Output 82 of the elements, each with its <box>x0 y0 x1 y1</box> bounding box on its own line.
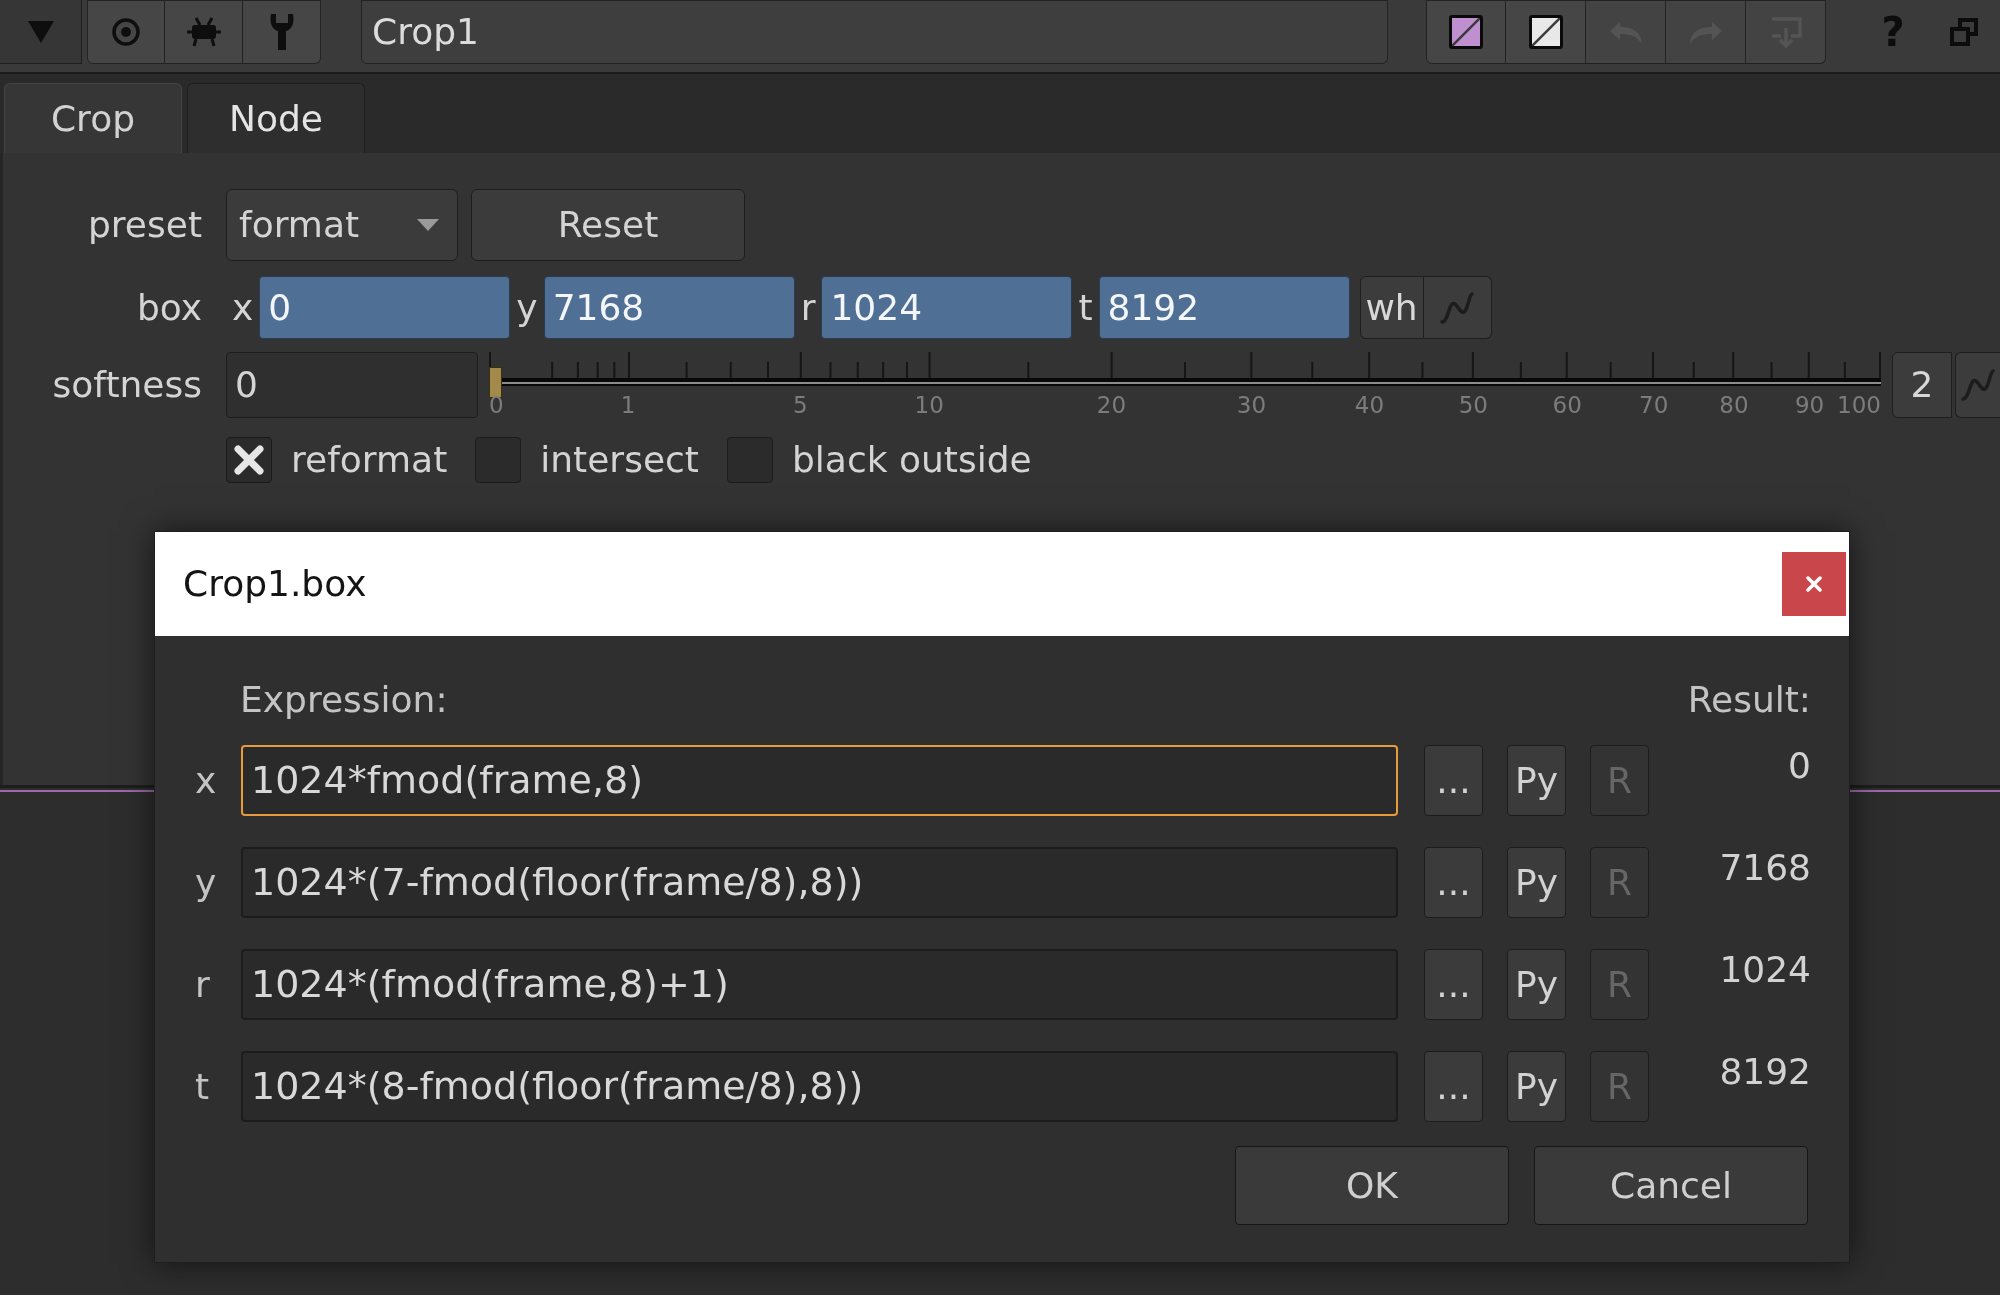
column-header: Result: <box>1687 678 1811 722</box>
step-button[interactable]: 2 <box>1892 352 1952 418</box>
checkbox[interactable] <box>727 436 773 483</box>
node-name-field[interactable]: Crop1 <box>361 0 1388 64</box>
swatch-button[interactable] <box>1506 0 1586 64</box>
dialog-title: Crop1.box <box>183 562 368 606</box>
row-label: t <box>195 1064 211 1109</box>
cross-mark-icon <box>233 443 265 476</box>
row-button[interactable]: Py <box>1507 949 1566 1020</box>
tick-label: 30 <box>1236 392 1267 418</box>
preset-dropdown[interactable]: format <box>226 189 458 261</box>
tab[interactable]: Node <box>187 83 365 153</box>
expression-field[interactable]: 1024*(fmod(frame,8)+1) <box>241 949 1398 1020</box>
reset-button[interactable]: Reset <box>471 189 745 261</box>
checkbox-label: reformat <box>291 437 448 482</box>
field-label: t <box>1077 285 1094 330</box>
row-button[interactable]: ... <box>1424 949 1483 1020</box>
animation-button[interactable] <box>1423 276 1492 339</box>
expression-field[interactable]: 1024*(8-fmod(floor(frame/8),8)) <box>241 1051 1398 1122</box>
row-button[interactable]: Py <box>1507 847 1566 918</box>
swatch-button[interactable] <box>1426 0 1506 64</box>
number-field[interactable]: 8192 <box>1098 276 1350 339</box>
tick-label: 90 <box>1794 392 1825 418</box>
close-button[interactable] <box>1782 552 1846 616</box>
curve-icon <box>1439 290 1476 325</box>
field-label: y <box>515 285 539 330</box>
row-button[interactable]: ... <box>1424 847 1483 918</box>
tick-label: 60 <box>1552 392 1582 418</box>
curve-icon <box>1960 368 1996 402</box>
number-field[interactable]: 1024 <box>821 276 1073 339</box>
row-label: x <box>195 758 218 803</box>
result-value: 0 <box>1788 745 1811 787</box>
slider-thumb[interactable] <box>489 367 502 398</box>
dialog-button[interactable]: OK <box>1235 1146 1509 1225</box>
tick-label: 80 <box>1719 392 1749 418</box>
bug-icon <box>185 17 222 47</box>
result-value: 7168 <box>1719 847 1811 889</box>
wh-button[interactable]: wh <box>1359 276 1424 339</box>
checkbox[interactable] <box>226 436 272 483</box>
tick-label: 1 <box>620 392 636 418</box>
expression-field[interactable]: 1024*(7-fmod(floor(frame/8),8)) <box>241 847 1398 918</box>
result-value: 1024 <box>1719 949 1811 991</box>
number-field[interactable]: 0 <box>259 276 511 339</box>
field-label: x <box>231 285 255 330</box>
overlapping-windows-icon <box>1950 18 1978 46</box>
tab[interactable]: Crop <box>4 83 182 153</box>
toolbar-button[interactable] <box>165 0 243 64</box>
dialog-button[interactable]: Cancel <box>1534 1146 1808 1225</box>
target-icon <box>111 17 141 47</box>
collapse-button[interactable] <box>0 0 82 64</box>
tick-label: 20 <box>1096 392 1127 418</box>
field-label: r <box>799 285 817 330</box>
knob-label: box <box>135 285 202 330</box>
row-button[interactable]: ... <box>1424 1051 1483 1122</box>
tick-label: 40 <box>1354 392 1385 418</box>
row-button[interactable]: ... <box>1424 745 1483 816</box>
tick-label: 0 <box>489 392 504 418</box>
tick-label: 10 <box>914 392 944 418</box>
row-button[interactable]: Py <box>1507 1051 1566 1122</box>
tick-label: 5 <box>792 392 808 418</box>
animation-button[interactable] <box>1955 352 2000 418</box>
checkbox[interactable] <box>475 436 522 483</box>
row-button[interactable]: Py <box>1507 745 1566 816</box>
row-label: y <box>195 860 218 905</box>
result-value: 8192 <box>1719 1051 1811 1093</box>
triangle-down-icon <box>27 20 54 43</box>
tick-label: 100 <box>1837 392 1881 418</box>
tick-label: 50 <box>1458 392 1488 418</box>
row-label: r <box>195 962 211 1007</box>
toolbar-button[interactable] <box>87 0 165 64</box>
knob-label: softness <box>51 363 202 407</box>
number-field[interactable]: 0 <box>226 352 478 418</box>
expression-field[interactable]: 1024*fmod(frame,8) <box>241 745 1398 816</box>
close-icon <box>1806 576 1822 592</box>
caret-icon <box>417 219 439 231</box>
toolbar-button[interactable] <box>243 0 321 64</box>
knob-label: preset <box>86 203 202 247</box>
tick-label: 70 <box>1639 392 1669 418</box>
column-header: Expression: <box>240 678 448 722</box>
checkbox-label: black outside <box>792 437 1032 482</box>
number-field[interactable]: 7168 <box>543 276 795 339</box>
checkbox-label: intersect <box>540 437 699 482</box>
